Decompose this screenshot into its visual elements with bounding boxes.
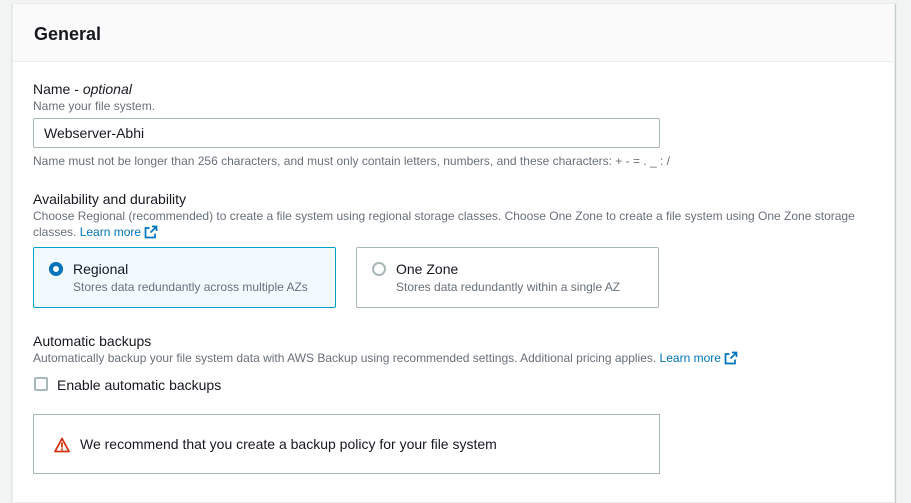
external-link-icon bbox=[144, 225, 158, 239]
one-zone-radio[interactable] bbox=[372, 262, 386, 276]
backups-description: Automatically backup your file system da… bbox=[33, 350, 738, 366]
backups-label: Automatic backups bbox=[33, 333, 152, 349]
name-label: Name - optional bbox=[33, 81, 132, 97]
warning-icon bbox=[54, 437, 70, 453]
general-panel: General Name - optional Name your file s… bbox=[12, 3, 895, 503]
regional-title: Regional bbox=[73, 261, 129, 277]
name-label-text: Name bbox=[33, 81, 71, 97]
backups-description-text: Automatically backup your file system da… bbox=[33, 351, 657, 365]
availability-learn-more-text: Learn more bbox=[79, 225, 142, 239]
radio-tile-regional[interactable]: Regional Stores data redundantly across … bbox=[33, 247, 336, 308]
alert-message: We recommend that you create a backup po… bbox=[80, 436, 497, 452]
name-description: Name your file system. bbox=[33, 99, 156, 113]
panel-title: General bbox=[34, 24, 102, 44]
regional-radio[interactable] bbox=[49, 262, 63, 276]
name-optional-label: optional bbox=[82, 81, 132, 97]
radio-tile-one-zone[interactable]: One Zone Stores data redundantly within … bbox=[356, 247, 659, 308]
backups-learn-more-text: Learn more bbox=[659, 351, 721, 365]
availability-label: Availability and durability bbox=[33, 191, 187, 207]
external-link-icon bbox=[724, 351, 738, 365]
name-input[interactable] bbox=[33, 118, 660, 148]
name-constraint-text: Name must not be longer than 256 charact… bbox=[33, 154, 671, 168]
one-zone-title: One Zone bbox=[396, 261, 459, 277]
enable-backups-checkbox[interactable] bbox=[34, 377, 48, 391]
availability-learn-more-link[interactable]: Learn more bbox=[80, 225, 158, 239]
enable-backups-label[interactable]: Enable automatic backups bbox=[57, 376, 221, 394]
regional-description: Stores data redundantly across multiple … bbox=[73, 280, 308, 294]
backup-policy-alert: We recommend that you create a backup po… bbox=[33, 414, 660, 474]
backups-learn-more-link[interactable]: Learn more bbox=[660, 351, 738, 365]
panel-header bbox=[13, 4, 894, 62]
availability-description: Choose Regional (recommended) to create … bbox=[33, 208, 863, 240]
one-zone-description: Stores data redundantly within a single … bbox=[396, 280, 621, 294]
